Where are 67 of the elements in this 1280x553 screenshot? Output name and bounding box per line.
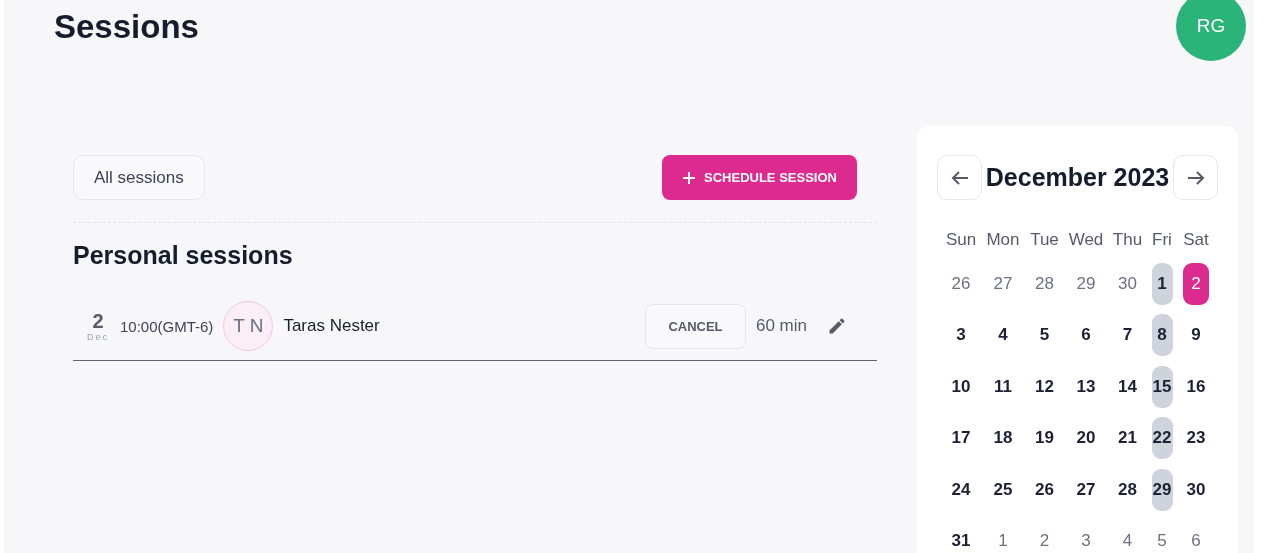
weekday-label: Sun (944, 229, 978, 251)
calendar-day[interactable]: 21 (1117, 428, 1138, 449)
calendar-day[interactable]: 29 (1151, 468, 1173, 511)
calendar-day[interactable]: 14 (1117, 376, 1138, 397)
calendar-day[interactable]: 19 (1034, 428, 1055, 449)
calendar-day[interactable]: 7 (1117, 325, 1138, 346)
section-title: Personal sessions (73, 241, 294, 270)
plus-icon (682, 170, 697, 185)
calendar-day[interactable]: 1 (1151, 262, 1173, 305)
calendar-day[interactable]: 30 (1117, 273, 1138, 294)
calendar-day[interactable]: 12 (1034, 376, 1055, 397)
calendar-day[interactable]: 4 (992, 325, 1014, 346)
calendar-day[interactable]: 9 (1185, 325, 1207, 346)
previous-month-button[interactable] (937, 155, 982, 200)
calendar-day[interactable]: 2 (1183, 262, 1209, 305)
calendar-day[interactable]: 13 (1075, 376, 1097, 397)
weekday-label: Sat (1182, 229, 1210, 251)
calendar-day[interactable]: 3 (1075, 531, 1097, 552)
calendar-day[interactable]: 23 (1185, 428, 1207, 449)
schedule-session-button[interactable]: SCHEDULE SESSION (662, 155, 857, 200)
cancel-button[interactable]: CANCEL (644, 303, 746, 349)
edit-icon[interactable] (827, 316, 847, 336)
arrow-left-icon (950, 169, 969, 186)
calendar-day[interactable]: 16 (1185, 376, 1207, 397)
calendar-day[interactable]: 20 (1075, 428, 1097, 449)
calendar-day[interactable]: 6 (1185, 531, 1207, 552)
calendar-day[interactable]: 3 (950, 325, 972, 346)
weekday-label: Tue (1029, 229, 1060, 251)
session-day: 2 (92, 310, 104, 332)
calendar-day[interactable]: 8 (1151, 314, 1173, 357)
calendar-day[interactable]: 10 (950, 376, 972, 397)
calendar-day[interactable]: 17 (950, 428, 972, 449)
page-title: Sessions (54, 8, 199, 46)
weekday-label: Wed (1067, 229, 1105, 251)
month-title: December 2023 (985, 163, 1170, 192)
calendar-day[interactable]: 28 (1034, 273, 1055, 294)
session-duration: 60 min (755, 316, 807, 336)
calendar-day[interactable]: 4 (1117, 531, 1138, 552)
calendar-day[interactable]: 26 (1034, 479, 1055, 500)
calendar-day[interactable]: 25 (992, 479, 1014, 500)
calendar-day[interactable]: 6 (1075, 325, 1097, 346)
calendar-day[interactable]: 24 (950, 479, 972, 500)
calendar-day[interactable]: 5 (1151, 531, 1173, 552)
calendar-day[interactable]: 26 (950, 273, 972, 294)
calendar-day[interactable]: 1 (992, 531, 1014, 552)
calendar-day[interactable]: 28 (1117, 479, 1138, 500)
client-avatar: T N (223, 301, 274, 351)
calendar-day[interactable]: 18 (992, 428, 1014, 449)
client-name: Taras Nester (283, 316, 380, 336)
calendar-day[interactable]: 27 (992, 273, 1014, 294)
calendar-day[interactable]: 5 (1034, 325, 1055, 346)
calendar-day[interactable]: 2 (1034, 531, 1055, 552)
calendar-day[interactable]: 27 (1075, 479, 1097, 500)
calendar-day[interactable]: 31 (950, 531, 972, 552)
session-month: Dec (87, 332, 109, 342)
calendar-day[interactable]: 22 (1151, 417, 1173, 460)
weekday-label: Mon (985, 229, 1021, 251)
next-month-button[interactable] (1173, 155, 1218, 200)
calendar-day[interactable]: 11 (992, 376, 1014, 397)
arrow-right-icon (1186, 169, 1205, 186)
calendar-day[interactable]: 29 (1075, 273, 1097, 294)
weekday-label: Thu (1111, 229, 1144, 251)
calendar-day[interactable]: 15 (1151, 365, 1173, 408)
session-time: 10:00(GMT-6) (120, 317, 214, 335)
all-sessions-button[interactable]: All sessions (73, 155, 205, 200)
calendar-day[interactable]: 30 (1185, 479, 1207, 500)
weekday-label: Fri (1151, 229, 1173, 251)
